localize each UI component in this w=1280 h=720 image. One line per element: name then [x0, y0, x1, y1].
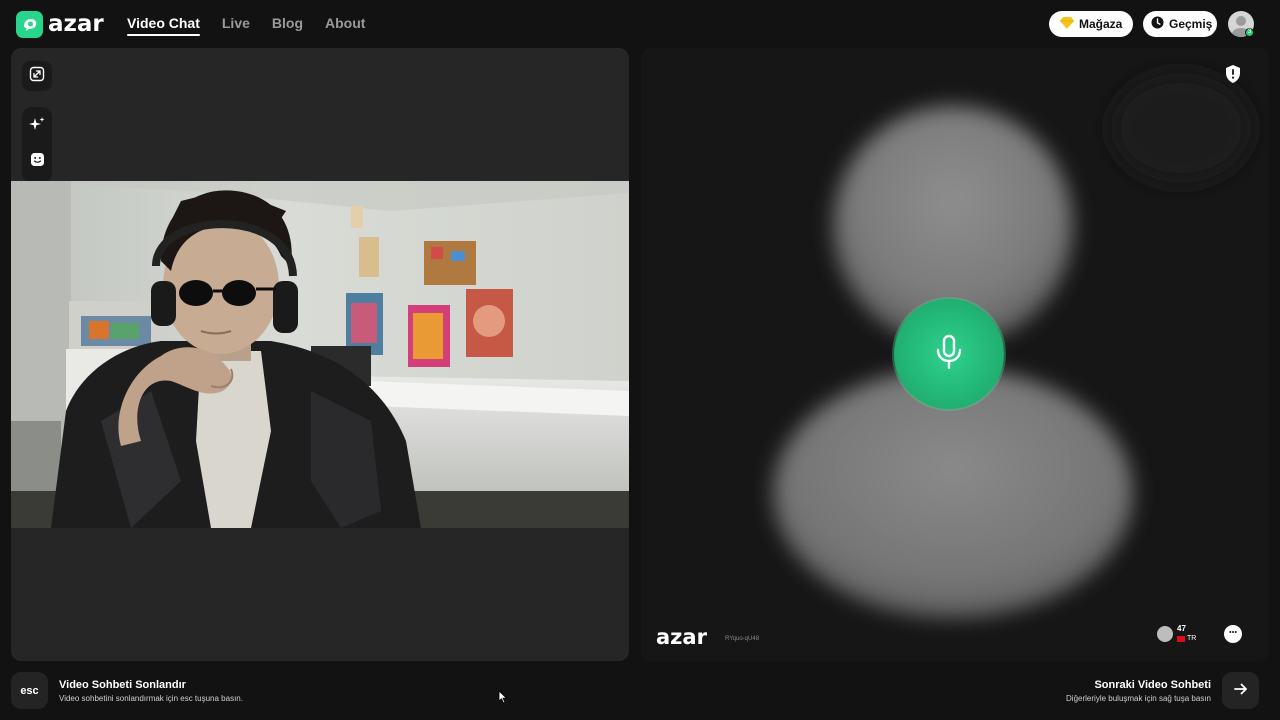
- next-chat-button[interactable]: [1222, 672, 1259, 709]
- end-chat-hint: Video Sohbeti Sonlandır Video sohbetini …: [59, 678, 243, 706]
- effects-toolbar: [22, 107, 52, 183]
- next-chat-title: Sonraki Video Sohbeti: [1094, 679, 1211, 691]
- sparkle-icon: [29, 116, 45, 137]
- arrow-right-icon: [1233, 682, 1248, 700]
- nav-about[interactable]: About: [325, 15, 365, 35]
- logo-text: azar: [48, 11, 104, 37]
- peer-age: 47: [1177, 624, 1186, 633]
- peer-country: TR: [1177, 634, 1196, 643]
- peer-avatar-icon: [1157, 625, 1173, 642]
- remote-watermark: azar: [656, 625, 707, 649]
- chat-bubble-icon: [1227, 625, 1239, 643]
- nav-live[interactable]: Live: [222, 15, 250, 35]
- sticker-icon: [30, 152, 45, 172]
- end-chat-desc: Video sohbetini sonlandırmak için esc tu…: [59, 694, 243, 703]
- next-chat-desc: Diğerleriyle buluşmak için sağ tuşa bası…: [1066, 694, 1211, 703]
- end-chat-button[interactable]: esc: [11, 672, 48, 709]
- top-header: azar Video Chat Live Blog About Mağaza G…: [0, 0, 1280, 48]
- remote-user-id: RYquo-qU48: [725, 636, 760, 642]
- expand-button[interactable]: [22, 61, 52, 91]
- audio-only-indicator: [894, 299, 1004, 409]
- azar-logo[interactable]: azar: [16, 11, 104, 38]
- end-chat-title: Video Sohbeti Sonlandır: [59, 679, 186, 691]
- mouse-cursor-icon: [498, 690, 508, 709]
- peer-country-code: TR: [1187, 635, 1197, 642]
- store-button[interactable]: Mağaza: [1049, 11, 1133, 37]
- expand-icon: [29, 66, 45, 87]
- turkey-flag-icon: [1177, 635, 1185, 642]
- diamond-icon: [1060, 16, 1074, 32]
- chat-button[interactable]: [1224, 625, 1242, 643]
- report-button[interactable]: [1225, 65, 1241, 88]
- shield-alert-icon: [1225, 65, 1241, 87]
- history-button[interactable]: Geçmiş: [1143, 11, 1217, 37]
- nav-blog[interactable]: Blog: [272, 15, 303, 35]
- effects-button[interactable]: [22, 111, 52, 141]
- nav-video-chat[interactable]: Video Chat: [127, 15, 200, 36]
- main-nav: Video Chat Live Blog About: [127, 15, 365, 36]
- local-camera-feed: [11, 181, 629, 528]
- next-chat-hint: Sonraki Video Sohbeti Diğerleriyle buluş…: [1066, 678, 1211, 706]
- sticker-button[interactable]: [22, 147, 52, 177]
- notification-badge: 3: [1245, 28, 1254, 37]
- peer-info[interactable]: 47 TR: [1157, 624, 1196, 643]
- store-label: Mağaza: [1079, 17, 1123, 31]
- azar-logo-icon: [16, 11, 43, 38]
- camera-image: [11, 181, 629, 528]
- microphone-icon: [934, 334, 964, 375]
- local-video-panel: [11, 48, 629, 661]
- clock-icon: [1151, 16, 1164, 32]
- remote-video-panel: azar RYquo-qU48 47 TR: [641, 48, 1269, 661]
- history-label: Geçmiş: [1169, 17, 1213, 31]
